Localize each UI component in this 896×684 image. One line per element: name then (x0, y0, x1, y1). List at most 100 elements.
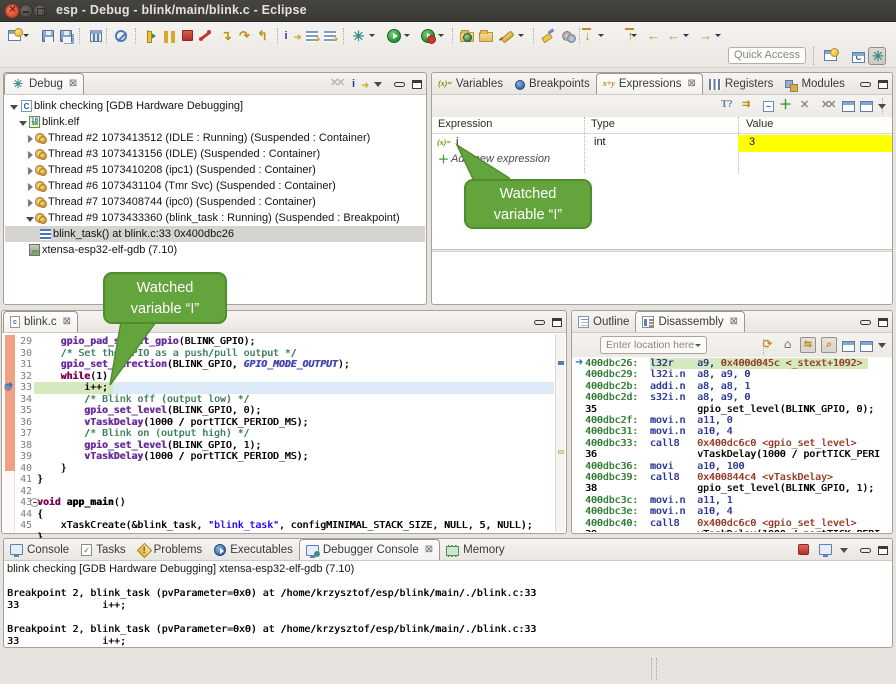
pin-editor-icon[interactable] (497, 27, 514, 44)
close-icon[interactable]: ⊠ (730, 317, 738, 327)
home-icon[interactable]: ⌂ (780, 337, 795, 353)
run-icon[interactable] (385, 27, 402, 44)
debug-tree-row[interactable]: xtensa-esp32-elf-gdb (7.10) (5, 242, 425, 258)
terminate-icon[interactable] (179, 27, 196, 44)
step-into-icon[interactable]: ↴ (219, 27, 234, 44)
debug-dropdown-icon[interactable] (368, 27, 377, 44)
maximize-icon[interactable] (412, 80, 422, 89)
close-icon[interactable]: ⊠ (63, 317, 71, 327)
terminate-icon[interactable] (796, 542, 812, 558)
tab-blink-c[interactable]: c blink.c ⊠ (3, 311, 78, 332)
debug-tree-row[interactable]: Cblink checking [GDB Hardware Debugging] (5, 98, 425, 114)
resume-icon[interactable] (143, 27, 160, 44)
instruction-stepping-icon[interactable]: i (352, 76, 368, 92)
pin-view-icon[interactable] (860, 341, 873, 352)
debug-tree-row[interactable]: Thread #3 1073413156 (IDLE) (Suspended :… (5, 146, 425, 162)
console-output[interactable]: Breakpoint 2, blink_task (pvParameter=0x… (7, 579, 890, 646)
new-view-icon[interactable] (842, 101, 855, 112)
disassembly-line[interactable]: 35 gpio_set_level(BLINK_GPIO, 0); (585, 404, 891, 415)
build-icon[interactable] (87, 27, 104, 44)
tab-registers[interactable]: Registers (703, 73, 780, 94)
step-return-icon[interactable]: ↰ (255, 27, 270, 44)
tab-tasks[interactable]: Tasks (75, 539, 131, 560)
tab-console[interactable]: Console (4, 539, 75, 560)
tree-expanded-icon[interactable] (26, 217, 34, 226)
disassembly-line[interactable]: 400dbc40: call8 0x400dc6c0 <gpio_set_lev… (585, 518, 891, 529)
disassembly-line[interactable]: 36 vTaskDelay(1000 / portTICK_PERI (585, 449, 891, 460)
last-edit-location-icon[interactable]: ← (646, 27, 661, 44)
run-dropdown-icon[interactable] (403, 27, 412, 44)
fold-collapse-icon[interactable] (30, 498, 39, 507)
instruction-stepping-icon[interactable]: i (284, 27, 301, 44)
disassembly-code-area[interactable]: 400dbc26: l32r a9, 0x400d045c <_stext+10… (572, 357, 891, 532)
debug-tree-row[interactable]: blink.elf (5, 114, 425, 130)
remove-all-icon[interactable]: ✕✕ (821, 98, 837, 114)
tab-expressions[interactable]: x+yExpressions⊠ (596, 73, 703, 94)
debug-tree-row[interactable]: Thread #7 1073408744 (ipc0) (Suspended :… (5, 194, 425, 210)
tab-disassembly[interactable]: Disassembly⊠ (635, 311, 745, 332)
tree-expanded-icon[interactable] (10, 105, 18, 114)
window-close-button[interactable] (5, 4, 19, 18)
remove-selected-icon[interactable]: ✕ (800, 98, 816, 114)
code-line[interactable]: /* Blink on (output high) */ (37, 428, 554, 440)
disassembly-line[interactable]: 400dbc26: l32r a9, 0x400d045c <_stext+10… (585, 358, 891, 369)
minimize-icon[interactable] (860, 320, 871, 325)
detail-pane-sash[interactable] (432, 249, 892, 252)
add-expression-icon[interactable]: ＋ (779, 98, 795, 114)
code-line[interactable] (37, 486, 554, 498)
view-menu-icon[interactable] (374, 82, 382, 91)
collapse-all-icon[interactable]: − (763, 101, 774, 112)
maximize-icon[interactable] (878, 318, 888, 327)
code-line[interactable]: gpio_set_level(BLINK_GPIO, 0); (37, 405, 554, 417)
maximize-icon[interactable] (878, 80, 888, 89)
column-type[interactable]: Type (591, 118, 615, 130)
open-console-icon[interactable] (818, 542, 834, 558)
disassembly-line[interactable]: 400dbc2f: movi.n a11, 0 (585, 415, 891, 426)
location-input[interactable]: Enter location here (600, 336, 707, 354)
tab-executables[interactable]: Executables (208, 539, 299, 560)
minimize-icon[interactable] (860, 548, 871, 553)
window-maximize-button[interactable] (33, 4, 47, 18)
view-menu-icon[interactable] (878, 343, 886, 352)
sync-selection-icon[interactable]: ⇆ (800, 337, 816, 353)
debug-tree-row[interactable]: Thread #9 1073433360 (blink_task : Runni… (5, 210, 425, 226)
debug-tree-row[interactable]: Thread #5 1073410208 (ipc1) (Suspended :… (5, 162, 425, 178)
debug-tree-row[interactable]: blink_task() at blink.c:33 0x400dbc26 (5, 226, 425, 242)
import-project-icon[interactable] (458, 27, 475, 44)
editor-overview-ruler[interactable] (555, 334, 565, 532)
disassembly-line[interactable]: 400dbc3c: movi.n a11, 1 (585, 495, 891, 506)
minimize-icon[interactable] (394, 82, 405, 87)
show-source-icon[interactable]: ⌕ (821, 337, 837, 353)
previous-annotation-dropdown-icon[interactable] (630, 27, 639, 44)
tree-expanded-icon[interactable] (19, 121, 27, 130)
close-icon[interactable]: ⊠ (425, 545, 433, 555)
restart-icon[interactable] (321, 27, 338, 44)
disassembly-line[interactable]: 400dbc39: call8 0x400844c4 <vTaskDelay> (585, 472, 891, 483)
next-annotation-dropdown-icon[interactable] (597, 27, 606, 44)
forward-dropdown-icon[interactable] (714, 27, 723, 44)
code-line[interactable]: vTaskDelay(1000 / portTICK_PERIOD_MS); (37, 417, 554, 429)
new-wizard-dropdown-icon[interactable] (22, 27, 31, 44)
save-icon[interactable] (39, 27, 56, 44)
code-line[interactable]: xTaskCreate(&blink_task, "blink_task", c… (37, 520, 554, 532)
code-line[interactable]: gpio_set_level(BLINK_GPIO, 1); (37, 440, 554, 452)
code-line[interactable]: { (37, 509, 554, 521)
back-icon[interactable]: ← (666, 27, 681, 44)
status-bar-grip[interactable] (651, 658, 657, 680)
next-annotation-icon[interactable]: ↓ (580, 28, 595, 45)
tab-debugger-console[interactable]: Debugger Console⊠ (299, 539, 440, 560)
skip-all-breakpoints-icon[interactable] (112, 27, 129, 44)
window-minimize-button[interactable] (19, 4, 33, 18)
open-project-icon[interactable] (477, 27, 494, 44)
show-logical-structures-icon[interactable]: ⇉ (742, 98, 758, 114)
suspend-icon[interactable] (161, 27, 178, 44)
disassembly-line[interactable]: 400dbc2b: addi.n a8, a8, 1 (585, 381, 891, 392)
tab-modules[interactable]: Modules (779, 73, 850, 94)
tab-memory[interactable]: Memory (440, 539, 511, 560)
remove-all-terminated-icon[interactable]: ✕✕ (330, 76, 346, 92)
disassembly-line[interactable]: 400dbc29: l32i.n a8, a9, 0 (585, 369, 891, 380)
column-expression[interactable]: Expression (438, 118, 492, 130)
disassembly-line[interactable]: 400dbc31: movi.n a10, 4 (585, 426, 891, 437)
maximize-icon[interactable] (878, 546, 888, 555)
column-value[interactable]: Value (746, 118, 773, 130)
